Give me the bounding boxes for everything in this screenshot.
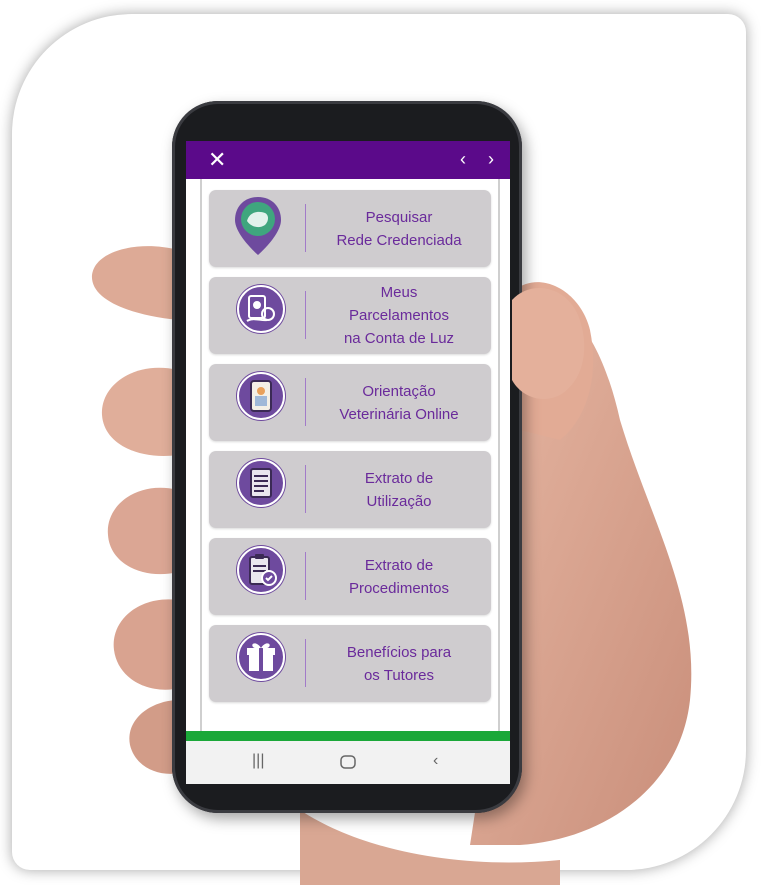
vet-video-call-icon: [237, 372, 285, 420]
pet-payment-icon: [237, 285, 285, 333]
app-screen: ✕ ‹ › Pesquisar Rede Credenciada Meus Pa…: [186, 141, 510, 784]
top-bar: ✕ ‹ ›: [186, 141, 510, 179]
menu-item-parcelamentos[interactable]: Meus Parcelamentos na Conta de Luz: [209, 277, 491, 354]
usage-statement-icon: [237, 459, 285, 507]
divider: [305, 552, 306, 600]
menu-item-rede-credenciada[interactable]: Pesquisar Rede Credenciada: [209, 190, 491, 267]
menu-list: Pesquisar Rede Credenciada Meus Parcelam…: [200, 179, 500, 731]
chevron-right-icon[interactable]: ›: [488, 148, 494, 170]
menu-item-label: Orientação Veterinária Online: [339, 382, 459, 423]
divider: [305, 465, 306, 513]
divider: [305, 639, 306, 687]
menu-item-beneficios-tutores[interactable]: Benefícios para os Tutores: [209, 625, 491, 702]
divider: [305, 378, 306, 426]
menu-item-label: Extrato de Utilização: [364, 469, 434, 510]
menu-item-label: Benefícios para os Tutores: [346, 643, 452, 684]
divider: [305, 291, 306, 339]
gift-icon: [237, 633, 285, 681]
close-icon[interactable]: ✕: [208, 148, 226, 172]
chevron-left-icon[interactable]: ‹: [460, 148, 466, 170]
menu-item-label: Pesquisar Rede Credenciada: [336, 208, 462, 249]
menu-item-label: Extrato de Procedimentos: [348, 556, 450, 597]
android-nav-bar: ||| ‹: [186, 741, 510, 784]
home-icon[interactable]: [340, 755, 356, 769]
menu-item-label: Meus Parcelamentos na Conta de Luz: [343, 284, 455, 347]
back-icon[interactable]: ‹: [433, 751, 438, 771]
menu-item-extrato-procedimentos[interactable]: Extrato de Procedimentos: [209, 538, 491, 615]
location-pin-pet-icon: [235, 197, 281, 255]
status-bar-green: [186, 731, 510, 741]
menu-item-orientacao-veterinaria[interactable]: Orientação Veterinária Online: [209, 364, 491, 441]
menu-item-extrato-utilizacao[interactable]: Extrato de Utilização: [209, 451, 491, 528]
procedures-clipboard-icon: [237, 546, 285, 594]
divider: [305, 204, 306, 252]
recents-icon[interactable]: |||: [252, 751, 264, 771]
